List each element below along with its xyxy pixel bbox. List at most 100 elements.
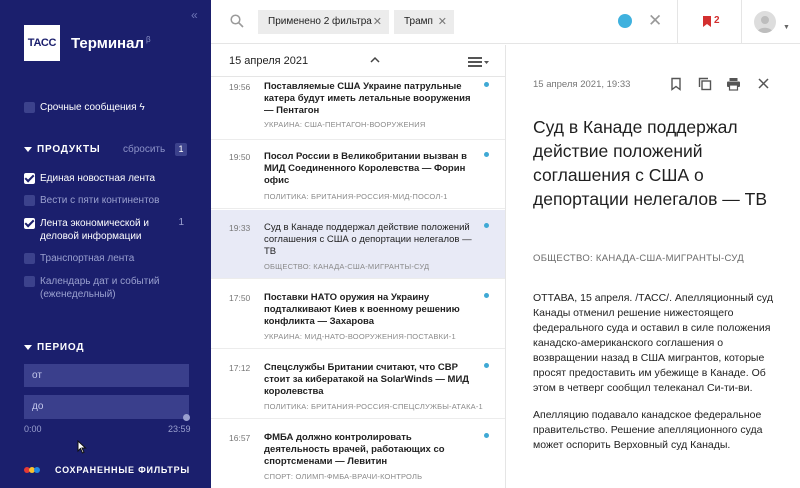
time-slider-handle[interactable]: [183, 414, 190, 421]
article-tags: ОБЩЕСТВО: КАНАДА-США-МИГРАНТЫ-СУД: [533, 253, 744, 264]
saved-filters-button[interactable]: СОХРАНЕННЫЕ ФИЛЬТРЫ: [24, 465, 190, 475]
filters-chip[interactable]: Применено 2 фильтра ✕: [258, 10, 389, 34]
news-tags: УКРАИНА: МИД-НАТО-ВООРУЖЕНИЯ-ПОСТАВКИ-1: [264, 332, 456, 341]
bookmark-icon[interactable]: [669, 77, 683, 91]
product-checkbox[interactable]: [24, 195, 35, 206]
filters-chip-label: Применено 2 фильтра: [268, 16, 372, 27]
unread-dot-icon: [484, 82, 489, 87]
feed-header: 15 апреля 2021: [211, 45, 505, 77]
time-to-label: 23:59: [168, 424, 191, 434]
article-datetime: 15 апреля 2021, 19:33: [533, 79, 631, 90]
unread-dot-icon: [484, 363, 489, 368]
close-icon[interactable]: [757, 77, 770, 90]
product-item[interactable]: Вести с пяти континентов: [24, 194, 189, 207]
news-item[interactable]: 19:56 Поставляемые США Украине патрульны…: [211, 78, 505, 140]
product-label: Вести с пяти континентов: [40, 195, 160, 206]
article-body: ОТТАВА, 15 апреля. /ТАСС/. Апелляционный…: [533, 291, 785, 465]
article-paragraph: ОТТАВА, 15 апреля. /ТАСС/. Апелляционный…: [533, 292, 773, 394]
product-item[interactable]: Лента экономической и деловой информации…: [24, 217, 189, 243]
unread-dot-icon: [484, 152, 489, 157]
product-checkbox[interactable]: [24, 253, 35, 264]
news-time: 19:50: [229, 152, 251, 162]
caret-down-icon: [24, 345, 32, 350]
news-feed: 15 апреля 2021 19:56 Поставляемые США Ук…: [211, 45, 506, 488]
divider: [741, 0, 742, 44]
period-section-toggle[interactable]: ПЕРИОД: [24, 342, 84, 353]
product-item[interactable]: Транспортная лента: [24, 252, 189, 265]
product-count: 1: [178, 217, 184, 228]
product-checkbox[interactable]: [24, 276, 35, 287]
live-indicator-icon[interactable]: [618, 14, 632, 28]
divider: [677, 0, 678, 44]
news-time: 17:12: [229, 363, 251, 373]
product-checkbox[interactable]: [24, 218, 35, 229]
clear-search-icon[interactable]: ✕: [648, 11, 662, 31]
news-item[interactable]: 17:12 Спецслужбы Британии считают, что С…: [211, 350, 505, 419]
news-title: Поставляемые США Украине патрульные кате…: [264, 81, 471, 116]
news-item[interactable]: 17:50 Поставки НАТО оружия на Украину по…: [211, 280, 505, 349]
news-tags: ОБЩЕСТВО: КАНАДА-США-МИГРАНТЫ-СУД: [264, 262, 430, 271]
print-icon[interactable]: [726, 77, 741, 91]
saved-dot: [34, 467, 40, 473]
product-label: Лента экономической и деловой информации: [40, 218, 149, 242]
news-time: 19:33: [229, 223, 251, 233]
tass-logo[interactable]: ТАСС: [24, 25, 60, 61]
remove-filters-icon[interactable]: ✕: [373, 10, 382, 34]
unread-dot-icon: [484, 293, 489, 298]
user-menu-caret-icon[interactable]: ▼: [783, 24, 790, 31]
urgent-checkbox[interactable]: [24, 102, 35, 113]
product-label: Единая новостная лента: [40, 173, 156, 184]
user-icon: [757, 16, 773, 33]
urgent-messages-filter[interactable]: Срочные сообщения ϟ: [24, 101, 189, 114]
products-section-toggle[interactable]: ПРОДУКТЫ: [24, 144, 101, 155]
saved-filters-label: СОХРАНЕННЫЕ ФИЛЬТРЫ: [55, 465, 190, 475]
news-title: ФМБА должно контролировать деятельность …: [264, 432, 445, 467]
product-checkbox[interactable]: [24, 173, 35, 184]
products-title: ПРОДУКТЫ: [37, 144, 101, 155]
news-time: 16:57: [229, 433, 251, 443]
chevron-up-icon[interactable]: [369, 54, 381, 66]
time-range-slider[interactable]: [24, 417, 189, 419]
beta-mark: β: [145, 35, 151, 44]
news-item[interactable]: 19:50 Посол России в Великобритании вызв…: [211, 141, 505, 209]
caret-down-icon: [24, 147, 32, 152]
news-title: Посол России в Великобритании вызван в М…: [264, 151, 468, 186]
top-bar: Применено 2 фильтра ✕ Трамп ✕ ✕ 2 ▼: [211, 0, 800, 44]
view-options-icon[interactable]: [468, 57, 490, 67]
remove-query-icon[interactable]: ✕: [438, 10, 447, 34]
query-chip[interactable]: Трамп ✕: [394, 10, 454, 34]
bookmark-icon[interactable]: [702, 15, 712, 28]
feed-date: 15 апреля 2021: [229, 55, 309, 67]
unread-dot-icon: [484, 223, 489, 228]
period-from-input[interactable]: от: [24, 364, 189, 387]
product-item[interactable]: Календарь дат и событий (еженедельный): [24, 275, 189, 301]
period-title: ПЕРИОД: [37, 342, 85, 353]
copy-icon[interactable]: [698, 77, 712, 91]
news-title: Поставки НАТО оружия на Украину подталки…: [264, 292, 460, 327]
article-title: Суд в Канаде поддержал действие положени…: [533, 117, 768, 209]
article-paragraph: Апелляцию подавало канадское федеральное…: [533, 409, 763, 451]
article-panel: 15 апреля 2021, 19:33 Суд в Канаде подде…: [507, 45, 800, 488]
news-time: 17:50: [229, 293, 251, 303]
products-reset-link[interactable]: сбросить: [123, 144, 165, 155]
time-from-label: 0:00: [24, 424, 42, 434]
collapse-sidebar-icon[interactable]: «: [191, 8, 198, 22]
search-icon[interactable]: [230, 14, 244, 28]
news-item[interactable]: 16:57 ФМБА должно контролировать деятель…: [211, 420, 505, 488]
news-tags: УКРАИНА: США-ПЕНТАГОН-ВООРУЖЕНИЯ: [264, 120, 426, 129]
urgent-label: Срочные сообщения ϟ: [40, 102, 145, 113]
query-chip-label: Трамп: [404, 16, 433, 27]
news-item-selected[interactable]: 19:33 Суд в Канаде поддержал действие по…: [211, 210, 505, 279]
news-tags: СПОРТ: ОЛИМП-ФМБА-ВРАЧИ-КОНТРОЛЬ: [264, 472, 423, 481]
unread-dot-icon: [484, 433, 489, 438]
avatar[interactable]: [754, 11, 776, 33]
sidebar: « ТАСС Терминал β Срочные сообщения ϟ ПРО…: [0, 0, 211, 488]
period-to-input[interactable]: до: [24, 395, 189, 418]
news-tags: ПОЛИТИКА: БРИТАНИЯ-РОССИЯ-МИД-ПОСОЛ-1: [264, 192, 448, 201]
product-item[interactable]: Единая новостная лента: [24, 172, 189, 185]
saved-filters-icon: [24, 467, 40, 473]
product-label: Транспортная лента: [40, 253, 135, 264]
bookmark-count[interactable]: 2: [714, 15, 720, 26]
app-title: Терминал β: [71, 35, 151, 52]
app-title-text: Терминал: [71, 35, 144, 52]
